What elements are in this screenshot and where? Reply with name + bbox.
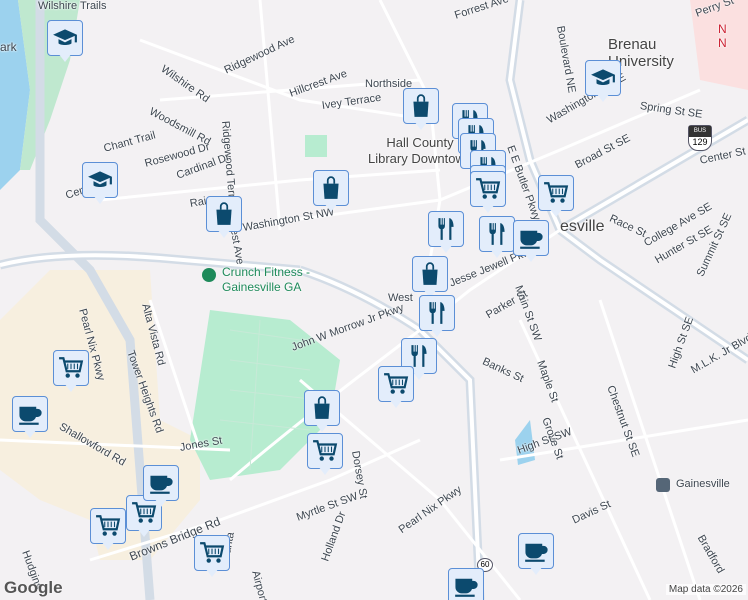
grocery-icon bbox=[90, 508, 126, 544]
marker-pointer bbox=[524, 253, 538, 262]
grocery-marker[interactable] bbox=[307, 433, 343, 477]
grocery-icon bbox=[53, 350, 89, 386]
marker-pointer bbox=[315, 423, 329, 432]
shopping-marker[interactable] bbox=[206, 196, 242, 240]
grocery-marker[interactable] bbox=[470, 171, 506, 215]
marker-pointer bbox=[318, 466, 332, 475]
shopping-icon bbox=[313, 170, 349, 206]
shopping-marker[interactable] bbox=[412, 256, 448, 300]
grocery-marker[interactable] bbox=[378, 366, 414, 410]
cafe-marker[interactable] bbox=[143, 465, 179, 509]
restaurant-icon bbox=[479, 216, 515, 252]
marker-pointer bbox=[481, 204, 495, 213]
marker-pointer bbox=[101, 541, 115, 550]
grocery-marker[interactable] bbox=[194, 535, 230, 579]
trails-label: Wilshire Trails bbox=[38, 0, 107, 12]
marker-pointer bbox=[389, 399, 403, 408]
us-route-shield: BUS 129 bbox=[688, 125, 712, 151]
cafe-marker[interactable] bbox=[12, 396, 48, 440]
station-label[interactable]: Gainesville bbox=[676, 478, 730, 490]
grocery-icon bbox=[307, 433, 343, 469]
shopping-icon bbox=[403, 88, 439, 124]
grocery-icon bbox=[538, 175, 574, 211]
cafe-marker[interactable] bbox=[448, 568, 484, 600]
shopping-marker[interactable] bbox=[304, 390, 340, 434]
grocery-icon bbox=[470, 171, 506, 207]
street-label: West bbox=[388, 292, 413, 304]
school-marker[interactable] bbox=[47, 20, 83, 64]
marker-pointer bbox=[23, 429, 37, 438]
marker-pointer bbox=[596, 93, 610, 102]
cafe-icon bbox=[513, 220, 549, 256]
grocery-marker[interactable] bbox=[90, 508, 126, 552]
restaurant-marker[interactable] bbox=[479, 216, 515, 260]
grocery-marker[interactable] bbox=[538, 175, 574, 219]
train-station-icon bbox=[656, 478, 670, 492]
cafe-icon bbox=[143, 465, 179, 501]
shopping-icon bbox=[412, 256, 448, 292]
marker-pointer bbox=[93, 195, 107, 204]
marker-pointer bbox=[549, 208, 563, 217]
shopping-marker[interactable] bbox=[313, 170, 349, 214]
restaurant-marker[interactable] bbox=[419, 295, 455, 339]
marker-pointer bbox=[137, 528, 151, 537]
city-label: esville bbox=[560, 218, 605, 235]
marker-pointer bbox=[412, 371, 426, 380]
school-marker[interactable] bbox=[585, 60, 621, 104]
grocery-marker[interactable] bbox=[53, 350, 89, 394]
map-attribution[interactable]: Map data ©2026 bbox=[665, 584, 746, 595]
school-icon bbox=[82, 162, 118, 198]
marker-pointer bbox=[529, 566, 543, 575]
restaurant-icon bbox=[419, 295, 455, 331]
grocery-icon bbox=[194, 535, 230, 571]
cafe-icon bbox=[518, 533, 554, 569]
marker-pointer bbox=[439, 244, 453, 253]
shopping-marker[interactable] bbox=[403, 88, 439, 132]
grocery-icon bbox=[378, 366, 414, 402]
park-label: ark bbox=[0, 40, 17, 54]
school-marker[interactable] bbox=[82, 162, 118, 206]
shopping-icon bbox=[304, 390, 340, 426]
school-icon bbox=[585, 60, 621, 96]
marker-pointer bbox=[205, 568, 219, 577]
cafe-marker[interactable] bbox=[518, 533, 554, 577]
cafe-icon bbox=[448, 568, 484, 600]
cafe-icon bbox=[12, 396, 48, 432]
marker-pointer bbox=[414, 121, 428, 130]
google-logo: Google bbox=[4, 578, 63, 597]
marker-pointer bbox=[217, 229, 231, 238]
marker-pointer bbox=[154, 498, 168, 507]
cafe-marker[interactable] bbox=[513, 220, 549, 264]
map-canvas[interactable]: Wilshire Trails ark Brenau University N … bbox=[0, 0, 748, 600]
restaurant-icon bbox=[428, 211, 464, 247]
marker-pointer bbox=[324, 203, 338, 212]
gym-pin-icon[interactable] bbox=[202, 268, 216, 282]
school-icon bbox=[47, 20, 83, 56]
marker-pointer bbox=[430, 328, 444, 337]
marker-pointer bbox=[58, 53, 72, 62]
hospital-label[interactable]: N N bbox=[718, 22, 727, 50]
restaurant-marker[interactable] bbox=[428, 211, 464, 255]
marker-pointer bbox=[490, 249, 504, 258]
marker-pointer bbox=[64, 383, 78, 392]
shopping-icon bbox=[206, 196, 242, 232]
gym-label[interactable]: Crunch Fitness - Gainesville GA bbox=[222, 265, 310, 295]
